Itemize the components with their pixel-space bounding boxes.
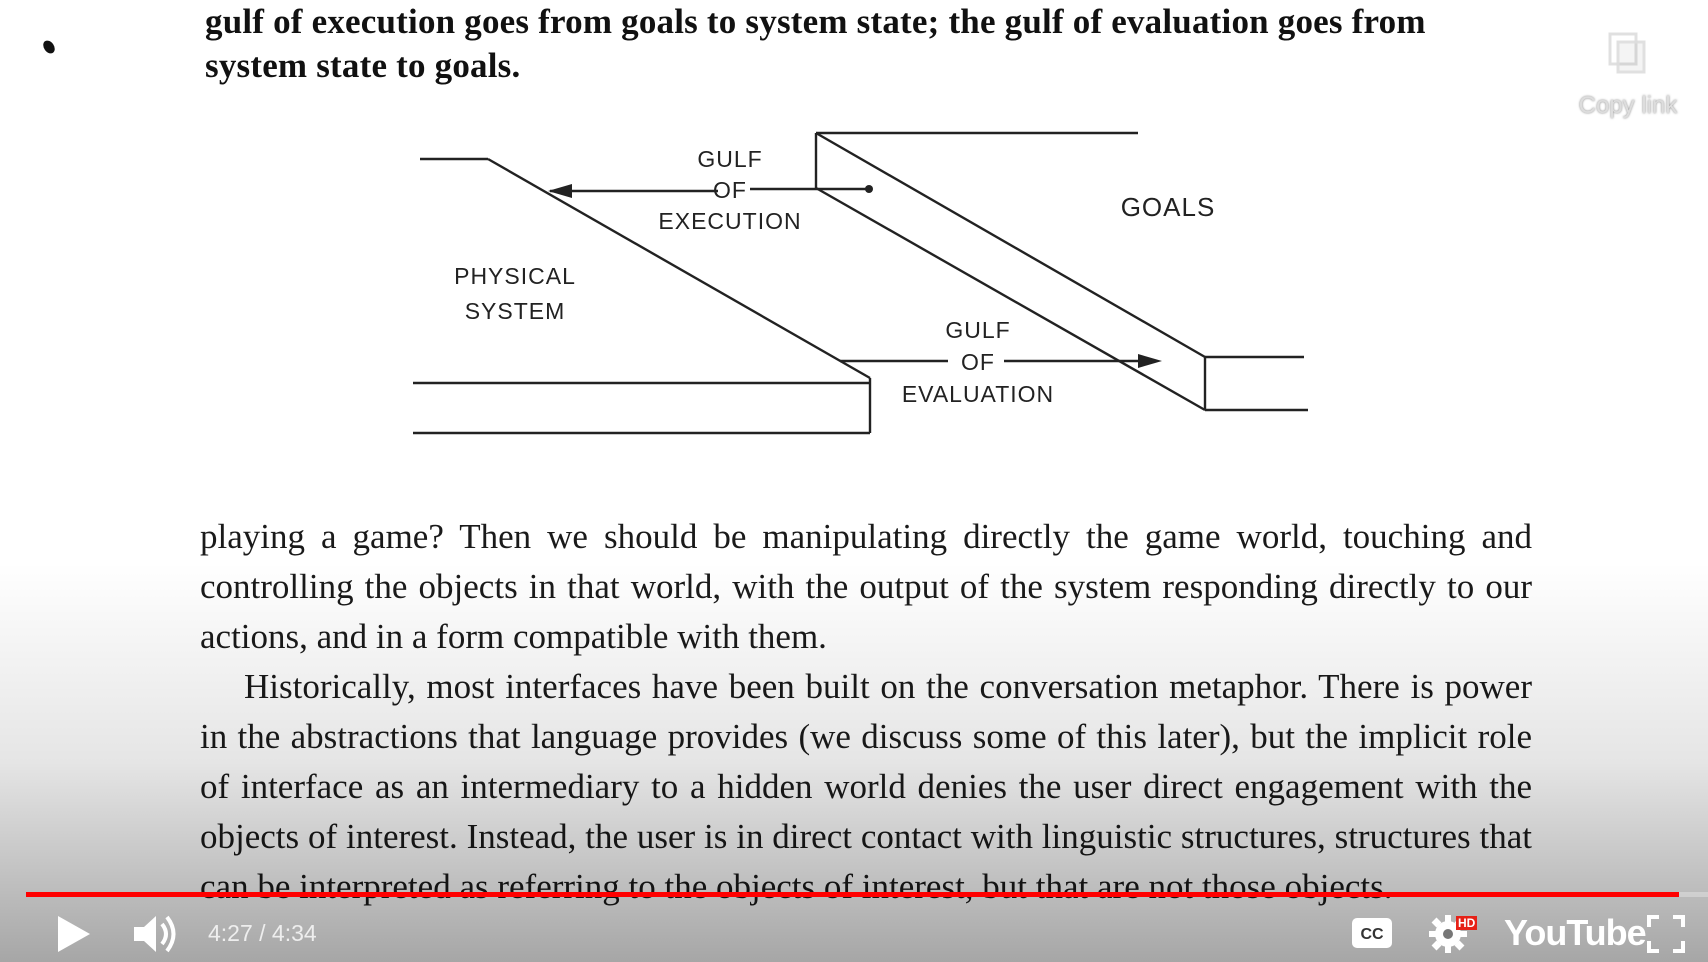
progress-bar[interactable] [26,892,1708,897]
svg-text:CC: CC [1360,926,1384,943]
play-button[interactable] [50,914,96,954]
gulf-eval-label-3: EVALUATION [902,381,1054,407]
youtube-logo[interactable]: YouTube [1504,912,1647,954]
document-body: playing a game? Then we should be manipu… [200,512,1532,912]
copy-link-label: Copy link [1578,92,1678,119]
physical-label-2: SYSTEM [465,298,566,324]
paragraph-1: playing a game? Then we should be manipu… [200,517,1532,656]
copy-link-button[interactable]: Copy link [1568,30,1688,130]
volume-icon[interactable] [130,912,182,956]
hd-badge: HD [1456,916,1478,930]
execution-origin-dot [865,185,873,193]
gulf-diagram: GULF OF EXECUTION PHYSICAL SYSTEM GOALS … [413,131,1308,435]
goals-label: GOALS [1121,192,1216,222]
captions-icon[interactable]: CC [1350,916,1394,950]
player-controls: 4:27 / 4:34 CC HD YouTube [0,900,1708,962]
fullscreen-icon[interactable] [1646,914,1686,954]
gulf-exec-label-1: GULF [697,146,762,172]
video-frame[interactable]: gulf of execution goes from goals to sys… [0,0,1708,962]
gulf-eval-label-2: OF [961,349,995,375]
paragraph-2: Historically, most interfaces have been … [200,667,1532,906]
time-display: 4:27 / 4:34 [208,920,317,946]
evaluation-arrowhead [1138,354,1162,368]
gulf-eval-label-1: GULF [945,317,1010,343]
physical-label-1: PHYSICAL [454,263,576,289]
copy-icon [1608,32,1646,74]
gulf-exec-label-2: OF [713,177,747,203]
gulf-exec-label-3: EXECUTION [658,208,801,234]
progress-played [26,892,1680,897]
